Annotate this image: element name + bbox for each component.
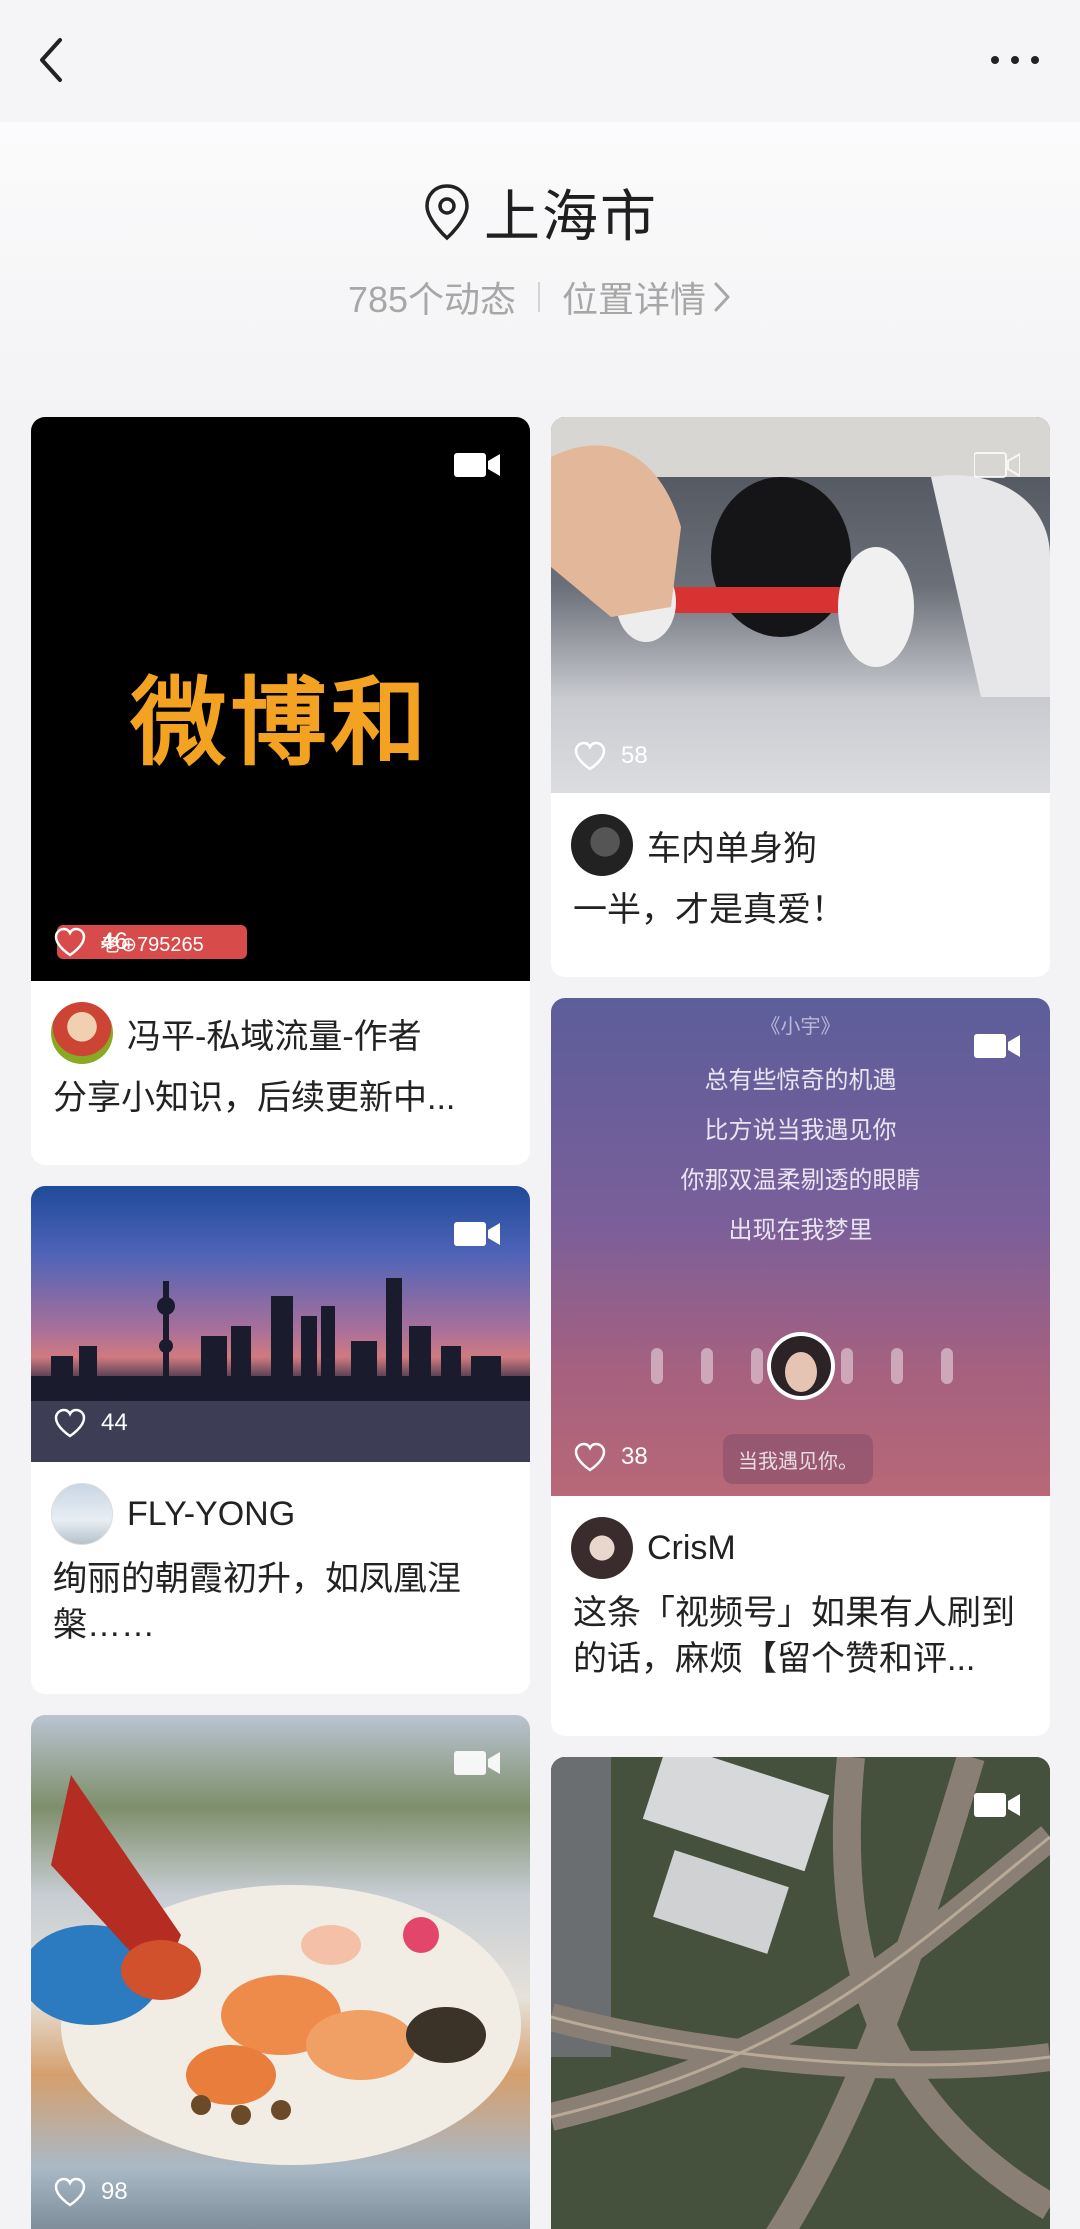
- heart-icon: [54, 1408, 86, 1438]
- avatar[interactable]: [51, 1002, 113, 1064]
- top-bar: [0, 0, 1080, 122]
- post-caption: 这条「视频号」如果有人刷到的话，麻烦【留个赞和评...: [573, 1594, 1015, 1678]
- like-count-value: 58: [621, 742, 648, 769]
- post-caption: 分享小知识，后续更新中...: [53, 1079, 456, 1117]
- location-header: 上海市 785个动态 位置详情: [0, 122, 1080, 412]
- video-camera-icon: [974, 452, 1020, 478]
- avatar[interactable]: [51, 1483, 113, 1545]
- post-count: 785个动态: [347, 279, 517, 320]
- like-count-value: 46: [101, 928, 128, 955]
- feed-card[interactable]: 58 车内单身狗 一半，才是真爱！: [551, 417, 1050, 977]
- lyric-bubble-text: 当我遇见你。: [738, 1450, 858, 1473]
- location-detail-link[interactable]: 位置详情: [562, 271, 732, 323]
- more-options-button[interactable]: [980, 30, 1050, 90]
- chevron-left-icon: [40, 38, 62, 82]
- like-count[interactable]: 98: [53, 2177, 128, 2207]
- video-camera-icon: [454, 1751, 500, 1775]
- heart-icon: [574, 1442, 606, 1472]
- like-count[interactable]: 58: [573, 741, 648, 771]
- feed-card[interactable]: 44 FLY-YONG 绚丽的朝霞初升，如凤凰涅槃……: [31, 1186, 530, 1694]
- thumbnail-headline: 微博和: [130, 670, 431, 777]
- author-name[interactable]: 冯平-私域流量-作者: [127, 1009, 422, 1058]
- aerial-interchange: [551, 1757, 1050, 2229]
- video-camera-icon: [454, 1222, 500, 1246]
- lyric-line: 你那双温柔剔透的眼睛: [680, 1167, 921, 1194]
- feed-card[interactable]: 98: [31, 1715, 530, 2229]
- video-thumbnail[interactable]: 58: [551, 417, 1050, 793]
- location-meta: 785个动态 位置详情: [0, 272, 1080, 322]
- location-title-row: 上海市: [0, 172, 1080, 252]
- post-caption: 绚丽的朝霞初升，如凤凰涅槃……: [53, 1560, 461, 1644]
- more-dots-icon: [991, 56, 1039, 64]
- avatar[interactable]: [571, 814, 633, 876]
- like-count-value: 38: [621, 1443, 648, 1470]
- video-camera-icon: [454, 453, 500, 477]
- video-thumbnail[interactable]: 《小宇》 总有些惊奇的机遇 比方说当我遇见你 你那双温柔剔透的眼睛 出现在我梦里…: [551, 998, 1050, 1496]
- video-thumbnail[interactable]: 44: [31, 1186, 530, 1462]
- feed-card[interactable]: [551, 1757, 1050, 2229]
- heart-icon: [54, 2177, 86, 2207]
- heart-icon: [54, 927, 86, 957]
- author-name[interactable]: CrisM: [647, 1529, 736, 1568]
- post-caption: 一半，才是真爱！: [573, 891, 845, 929]
- author-row[interactable]: 车内单身狗: [551, 793, 1050, 877]
- video-camera-icon: [974, 1793, 1020, 1817]
- audio-waveform: [651, 1332, 953, 1400]
- avatar[interactable]: [571, 1517, 633, 1579]
- lyric-line: 出现在我梦里: [728, 1217, 873, 1244]
- food-platter: [31, 1775, 521, 2165]
- author-row[interactable]: CrisM: [551, 1496, 1050, 1580]
- author-name[interactable]: 车内单身狗: [647, 821, 817, 870]
- heart-icon: [574, 741, 606, 771]
- feed-card[interactable]: 《小宇》 总有些惊奇的机遇 比方说当我遇见你 你那双温柔剔透的眼睛 出现在我梦里…: [551, 998, 1050, 1736]
- video-thumbnail[interactable]: 98: [31, 1715, 530, 2229]
- author-name[interactable]: FLY-YONG: [127, 1495, 295, 1534]
- location-pin-icon: [425, 184, 469, 241]
- author-row[interactable]: FLY-YONG: [31, 1462, 530, 1546]
- lyric-bubble: 当我遇见你。: [723, 1434, 873, 1484]
- feed-card[interactable]: 微博和 老⊕795265 46 冯平-私域流量-作者 分享小知识，后续更新中..…: [31, 417, 530, 1165]
- divider: [538, 282, 541, 312]
- chevron-right-icon: [714, 282, 730, 312]
- like-count-value: 44: [101, 1409, 128, 1436]
- lyric-line: 总有些惊奇的机遇: [704, 1067, 897, 1094]
- author-row[interactable]: 冯平-私域流量-作者: [31, 981, 530, 1065]
- like-count[interactable]: 44: [53, 1408, 128, 1438]
- like-count-value: 98: [101, 2178, 128, 2205]
- video-thumbnail[interactable]: [551, 1757, 1050, 2229]
- location-detail-label: 位置详情: [562, 279, 707, 320]
- lyric-line: 比方说当我遇见你: [704, 1117, 897, 1144]
- back-button[interactable]: [30, 30, 90, 90]
- like-count[interactable]: 38: [573, 1442, 648, 1472]
- like-count[interactable]: 46: [53, 927, 128, 957]
- video-thumbnail[interactable]: 微博和 老⊕795265 46: [31, 417, 530, 981]
- location-title: 上海市: [484, 184, 658, 248]
- video-camera-icon: [974, 1034, 1020, 1058]
